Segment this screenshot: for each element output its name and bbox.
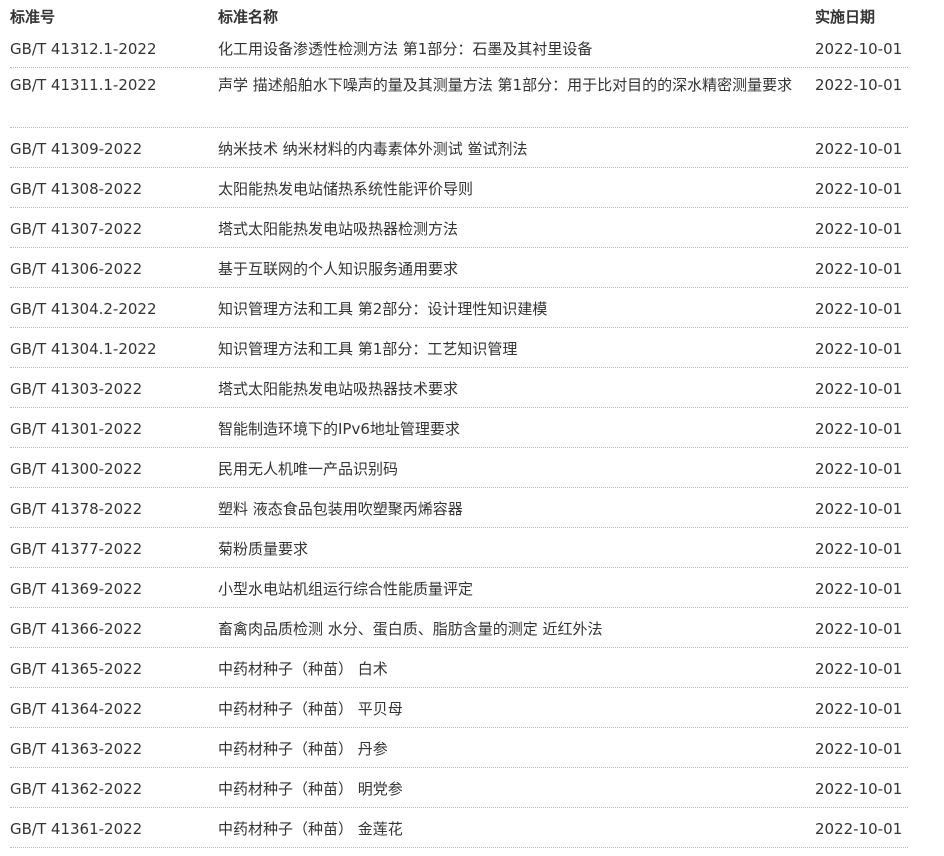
- table-row[interactable]: GB/T 41307-2022 塔式太阳能热发电站吸热器检测方法 2022-10…: [10, 208, 908, 248]
- effective-date: 2022-10-01: [815, 380, 903, 398]
- table-row[interactable]: GB/T 41301-2022 智能制造环境下的IPv6地址管理要求 2022-…: [10, 408, 908, 448]
- table-row[interactable]: GB/T 41309-2022 纳米技术 纳米材料的内毒素体外测试 鲎试剂法 2…: [10, 128, 908, 168]
- effective-date: 2022-10-01: [815, 140, 903, 158]
- standard-name-link[interactable]: 小型水电站机组运行综合性能质量评定: [218, 576, 808, 602]
- table-header: 标准号 标准名称 实施日期: [0, 0, 944, 28]
- standard-code: GB/T 41366-2022: [10, 620, 143, 638]
- effective-date: 2022-10-01: [815, 260, 903, 278]
- standard-name-link[interactable]: 太阳能热发电站储热系统性能评价导则: [218, 176, 808, 202]
- standard-code: GB/T 41303-2022: [10, 380, 143, 398]
- effective-date: 2022-10-01: [815, 76, 903, 94]
- effective-date: 2022-10-01: [815, 780, 903, 798]
- standard-code: GB/T 41300-2022: [10, 460, 143, 478]
- standard-name-link[interactable]: 中药材种子（种苗） 白术: [218, 656, 808, 682]
- header-effective-date: 实施日期: [815, 8, 876, 26]
- table-row[interactable]: GB/T 41361-2022 中药材种子（种苗） 金莲花 2022-10-01: [10, 808, 908, 848]
- standards-table: 标准号 标准名称 实施日期 GB/T 41312.1-2022 化工用设备渗透性…: [0, 0, 944, 848]
- table-row[interactable]: GB/T 41304.1-2022 知识管理方法和工具 第1部分：工艺知识管理 …: [10, 328, 908, 368]
- effective-date: 2022-10-01: [815, 340, 903, 358]
- standard-name-link[interactable]: 中药材种子（种苗） 明党参: [218, 776, 808, 802]
- header-standard-name: 标准名称: [218, 8, 279, 26]
- table-row[interactable]: GB/T 41312.1-2022 化工用设备渗透性检测方法 第1部分：石墨及其…: [10, 28, 908, 68]
- header-standard-code: 标准号: [10, 8, 56, 26]
- standard-name-link[interactable]: 民用无人机唯一产品识别码: [218, 456, 808, 482]
- effective-date: 2022-10-01: [815, 300, 903, 318]
- standard-name-link[interactable]: 知识管理方法和工具 第1部分：工艺知识管理: [218, 336, 808, 362]
- standard-name-link[interactable]: 中药材种子（种苗） 平贝母: [218, 696, 808, 722]
- table-row[interactable]: GB/T 41362-2022 中药材种子（种苗） 明党参 2022-10-01: [10, 768, 908, 808]
- effective-date: 2022-10-01: [815, 820, 903, 838]
- standard-name-link[interactable]: 声学 描述船舶水下噪声的量及其测量方法 第1部分：用于比对目的的深水精密测量要求: [218, 72, 808, 98]
- standard-name-link[interactable]: 菊粉质量要求: [218, 536, 808, 562]
- effective-date: 2022-10-01: [815, 500, 903, 518]
- table-row[interactable]: GB/T 41363-2022 中药材种子（种苗） 丹参 2022-10-01: [10, 728, 908, 768]
- standard-name-link[interactable]: 畜禽肉品质检测 水分、蛋白质、脂肪含量的测定 近红外法: [218, 616, 808, 642]
- standard-name-link[interactable]: 知识管理方法和工具 第2部分：设计理性知识建模: [218, 296, 808, 322]
- effective-date: 2022-10-01: [815, 40, 903, 58]
- standard-code: GB/T 41378-2022: [10, 500, 143, 518]
- standard-code: GB/T 41301-2022: [10, 420, 143, 438]
- effective-date: 2022-10-01: [815, 740, 903, 758]
- standard-code: GB/T 41309-2022: [10, 140, 143, 158]
- effective-date: 2022-10-01: [815, 420, 903, 438]
- effective-date: 2022-10-01: [815, 460, 903, 478]
- table-row[interactable]: GB/T 41364-2022 中药材种子（种苗） 平贝母 2022-10-01: [10, 688, 908, 728]
- standard-code: GB/T 41365-2022: [10, 660, 143, 678]
- table-row[interactable]: GB/T 41366-2022 畜禽肉品质检测 水分、蛋白质、脂肪含量的测定 近…: [10, 608, 908, 648]
- table-row[interactable]: GB/T 41378-2022 塑料 液态食品包装用吹塑聚丙烯容器 2022-1…: [10, 488, 908, 528]
- standard-code: GB/T 41304.2-2022: [10, 300, 157, 318]
- table-row[interactable]: GB/T 41306-2022 基于互联网的个人知识服务通用要求 2022-10…: [10, 248, 908, 288]
- effective-date: 2022-10-01: [815, 540, 903, 558]
- standard-name-link[interactable]: 纳米技术 纳米材料的内毒素体外测试 鲎试剂法: [218, 136, 808, 162]
- standard-code: GB/T 41306-2022: [10, 260, 143, 278]
- standard-name-link[interactable]: 化工用设备渗透性检测方法 第1部分：石墨及其衬里设备: [218, 36, 808, 62]
- table-row[interactable]: GB/T 41369-2022 小型水电站机组运行综合性能质量评定 2022-1…: [10, 568, 908, 608]
- table-row[interactable]: GB/T 41303-2022 塔式太阳能热发电站吸热器技术要求 2022-10…: [10, 368, 908, 408]
- effective-date: 2022-10-01: [815, 580, 903, 598]
- standard-code: GB/T 41377-2022: [10, 540, 143, 558]
- standard-code: GB/T 41364-2022: [10, 700, 143, 718]
- effective-date: 2022-10-01: [815, 620, 903, 638]
- effective-date: 2022-10-01: [815, 660, 903, 678]
- table-body: GB/T 41312.1-2022 化工用设备渗透性检测方法 第1部分：石墨及其…: [0, 28, 944, 848]
- standard-code: GB/T 41312.1-2022: [10, 40, 157, 58]
- table-row[interactable]: GB/T 41300-2022 民用无人机唯一产品识别码 2022-10-01: [10, 448, 908, 488]
- standard-code: GB/T 41311.1-2022: [10, 76, 157, 94]
- effective-date: 2022-10-01: [815, 700, 903, 718]
- standard-code: GB/T 41304.1-2022: [10, 340, 157, 358]
- table-row[interactable]: GB/T 41304.2-2022 知识管理方法和工具 第2部分：设计理性知识建…: [10, 288, 908, 328]
- table-row[interactable]: GB/T 41311.1-2022 声学 描述船舶水下噪声的量及其测量方法 第1…: [10, 68, 908, 128]
- standard-code: GB/T 41308-2022: [10, 180, 143, 198]
- standard-name-link[interactable]: 智能制造环境下的IPv6地址管理要求: [218, 416, 808, 442]
- standard-name-link[interactable]: 塑料 液态食品包装用吹塑聚丙烯容器: [218, 496, 808, 522]
- standard-name-link[interactable]: 基于互联网的个人知识服务通用要求: [218, 256, 808, 282]
- table-row[interactable]: GB/T 41365-2022 中药材种子（种苗） 白术 2022-10-01: [10, 648, 908, 688]
- standard-name-link[interactable]: 塔式太阳能热发电站吸热器技术要求: [218, 376, 808, 402]
- standard-code: GB/T 41363-2022: [10, 740, 143, 758]
- table-row[interactable]: GB/T 41308-2022 太阳能热发电站储热系统性能评价导则 2022-1…: [10, 168, 908, 208]
- standard-name-link[interactable]: 中药材种子（种苗） 丹参: [218, 736, 808, 762]
- effective-date: 2022-10-01: [815, 180, 903, 198]
- standard-code: GB/T 41369-2022: [10, 580, 143, 598]
- effective-date: 2022-10-01: [815, 220, 903, 238]
- standard-code: GB/T 41307-2022: [10, 220, 143, 238]
- standard-name-link[interactable]: 中药材种子（种苗） 金莲花: [218, 816, 808, 842]
- table-row[interactable]: GB/T 41377-2022 菊粉质量要求 2022-10-01: [10, 528, 908, 568]
- standard-name-link[interactable]: 塔式太阳能热发电站吸热器检测方法: [218, 216, 808, 242]
- standard-code: GB/T 41362-2022: [10, 780, 143, 798]
- standard-code: GB/T 41361-2022: [10, 820, 143, 838]
